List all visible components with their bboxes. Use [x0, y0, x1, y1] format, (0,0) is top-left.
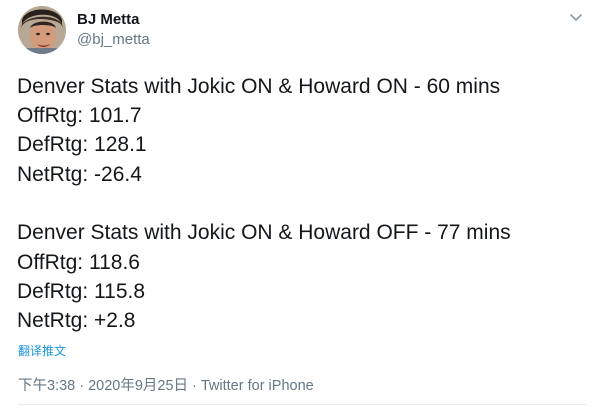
tweet-line: NetRtg: +2.8: [17, 308, 136, 332]
tweet-line: NetRtg: -26.4: [17, 162, 142, 186]
user-avatar-photo-icon: [18, 6, 66, 54]
tweet-line: OffRtg: 101.7: [17, 104, 142, 128]
tweet-date[interactable]: 2020年9月25日: [88, 378, 188, 394]
tweet-text: Denver Stats with Jokic ON & Howard ON -…: [17, 72, 587, 335]
tweet-line: DefRtg: 115.8: [17, 279, 146, 303]
tweet-source[interactable]: Twitter for iPhone: [201, 378, 314, 394]
divider: [18, 404, 587, 405]
meta-separator: ·: [192, 378, 197, 394]
chevron-down-icon[interactable]: [568, 12, 584, 24]
tweet-meta: 下午3:38 · 2020年9月25日 · Twitter for iPhone: [18, 377, 314, 395]
tweet-line: OffRtg: 118.6: [17, 250, 140, 274]
meta-separator: ·: [79, 378, 85, 394]
translate-tweet-link[interactable]: 翻译推文: [18, 343, 66, 359]
tweet-time[interactable]: 下午3:38: [18, 378, 75, 394]
author-info: BJ Metta @bj_metta: [77, 10, 150, 50]
tweet-line: Denver Stats with Jokic ON & Howard OFF …: [17, 221, 511, 245]
avatar[interactable]: [18, 6, 66, 54]
tweet: BJ Metta @bj_metta Denver Stats with Jok…: [0, 0, 593, 412]
tweet-line: DefRtg: 128.1: [17, 133, 147, 157]
tweet-line: Denver Stats with Jokic ON & Howard ON -…: [17, 75, 501, 98]
handle[interactable]: @bj_metta: [77, 30, 150, 50]
display-name[interactable]: BJ Metta: [77, 10, 150, 30]
